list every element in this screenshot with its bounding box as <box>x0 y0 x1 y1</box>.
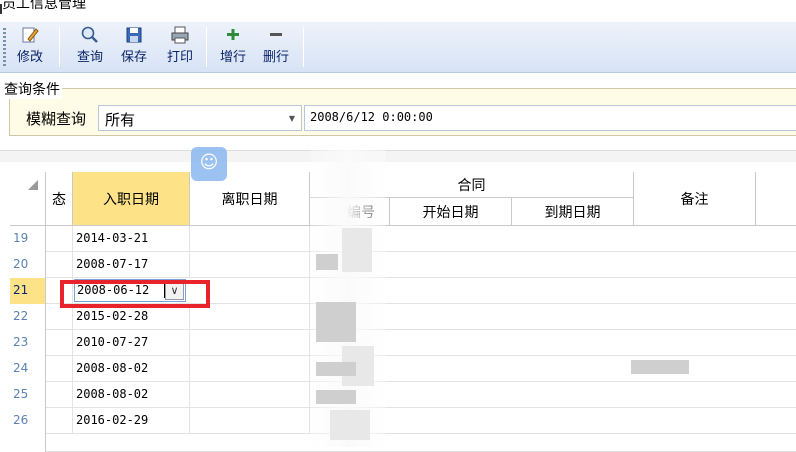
query-button[interactable]: 查询 <box>72 25 108 69</box>
status-cell[interactable] <box>46 330 73 356</box>
edit-icon <box>22 27 39 43</box>
redacted-block <box>316 390 356 404</box>
redacted-block <box>330 410 370 440</box>
hire-date-cell[interactable]: 2008-08-02 <box>73 382 190 408</box>
fuzzy-query-select[interactable]: 所有 ▼ <box>98 105 302 131</box>
row-number[interactable]: 19 <box>10 226 46 252</box>
status-cell[interactable] <box>46 252 73 278</box>
date-input-value: 2008/6/12 0:00:00 <box>310 110 433 124</box>
table-row[interactable]: 26 2016-02-29 <box>10 408 796 434</box>
hire-date-cell[interactable]: 2016-02-29 <box>73 408 190 434</box>
col-header-end-date[interactable]: 到期日期 <box>512 198 634 226</box>
date-input[interactable]: 2008/6/12 0:00:00 <box>304 105 796 131</box>
col-header-status[interactable]: 态 <box>46 172 73 226</box>
print-icon <box>171 26 189 44</box>
redacted-block <box>316 302 356 342</box>
col-header-next[interactable] <box>756 172 796 226</box>
toolbar-separator <box>206 27 207 67</box>
leave-date-cell[interactable] <box>190 408 310 434</box>
add-row-button[interactable]: 增行 <box>215 25 251 69</box>
table-row[interactable]: 20 2008-07-17 <box>10 252 796 278</box>
leave-date-cell[interactable] <box>190 330 310 356</box>
grid-corner[interactable] <box>10 172 46 226</box>
table-row[interactable]: 25 2008-08-02 <box>10 382 796 408</box>
toolbar-separator <box>59 27 60 67</box>
add-row-icon <box>227 29 239 40</box>
panel-divider <box>0 150 796 162</box>
annotation-highlight-box <box>60 280 210 308</box>
select-all-icon <box>28 180 38 190</box>
print-label: 打印 <box>166 50 193 65</box>
delete-row-icon <box>270 33 282 36</box>
col-header-remark[interactable]: 备注 <box>634 172 756 226</box>
leave-date-cell[interactable] <box>190 252 310 278</box>
query-label: 查询 <box>76 50 103 65</box>
add-row-label: 增行 <box>219 50 246 65</box>
table-row[interactable]: 19 2014-03-21 <box>10 226 796 252</box>
toolbar-separator <box>303 27 304 67</box>
status-cell[interactable] <box>46 382 73 408</box>
floating-assistant-icon[interactable]: ☺ <box>191 147 227 181</box>
delete-row-label: 删行 <box>262 50 289 65</box>
search-icon <box>81 26 98 43</box>
row-number[interactable]: 24 <box>10 356 46 382</box>
toolbar-grip[interactable] <box>3 28 6 66</box>
row-number[interactable]: 23 <box>10 330 46 356</box>
save-button[interactable]: 保存 <box>116 25 152 69</box>
hire-date-cell[interactable]: 2014-03-21 <box>73 226 190 252</box>
row-number[interactable]: 26 <box>10 408 46 434</box>
fuzzy-query-label: 模糊查询 <box>26 110 87 128</box>
query-legend: 查询条件 <box>4 79 62 99</box>
table-row[interactable]: 23 2010-07-27 <box>10 330 796 356</box>
table-row[interactable] <box>10 434 796 452</box>
leave-date-cell[interactable] <box>190 226 310 252</box>
status-cell[interactable] <box>46 226 73 252</box>
row-number[interactable]: 25 <box>10 382 46 408</box>
hire-date-cell[interactable]: 2008-07-17 <box>73 252 190 278</box>
redacted-block <box>342 228 372 272</box>
row-number[interactable]: 20 <box>10 252 46 278</box>
hire-date-cell[interactable]: 2008-08-02 <box>73 356 190 382</box>
leave-date-cell[interactable] <box>190 382 310 408</box>
row-number[interactable]: 21 <box>10 278 46 304</box>
chevron-down-icon[interactable]: ▼ <box>289 114 295 123</box>
edit-button[interactable]: 修改 <box>8 25 52 69</box>
fuzzy-query-value: 所有 <box>105 111 136 129</box>
edit-label: 修改 <box>16 50 43 65</box>
leave-date-cell[interactable] <box>190 356 310 382</box>
status-cell[interactable] <box>46 356 73 382</box>
window-titlebar: 员工信息管理 <box>0 0 796 22</box>
save-label: 保存 <box>120 50 147 65</box>
col-header-start-date[interactable]: 开始日期 <box>390 198 512 226</box>
toolbar: 修改 查询 保存 打印 增行 删行 <box>0 22 796 73</box>
save-icon <box>126 27 142 43</box>
window-title: 员工信息管理 <box>2 0 86 12</box>
status-cell[interactable] <box>46 408 73 434</box>
row-number[interactable] <box>10 434 46 452</box>
redacted-remark <box>631 360 689 374</box>
print-button[interactable]: 打印 <box>162 25 198 69</box>
row-number[interactable]: 22 <box>10 304 46 330</box>
redacted-block <box>316 362 356 376</box>
redacted-block <box>316 254 338 270</box>
delete-row-button[interactable]: 删行 <box>258 25 294 69</box>
col-header-hire-date[interactable]: 入职日期 <box>73 172 190 226</box>
hire-date-cell[interactable]: 2010-07-27 <box>73 330 190 356</box>
